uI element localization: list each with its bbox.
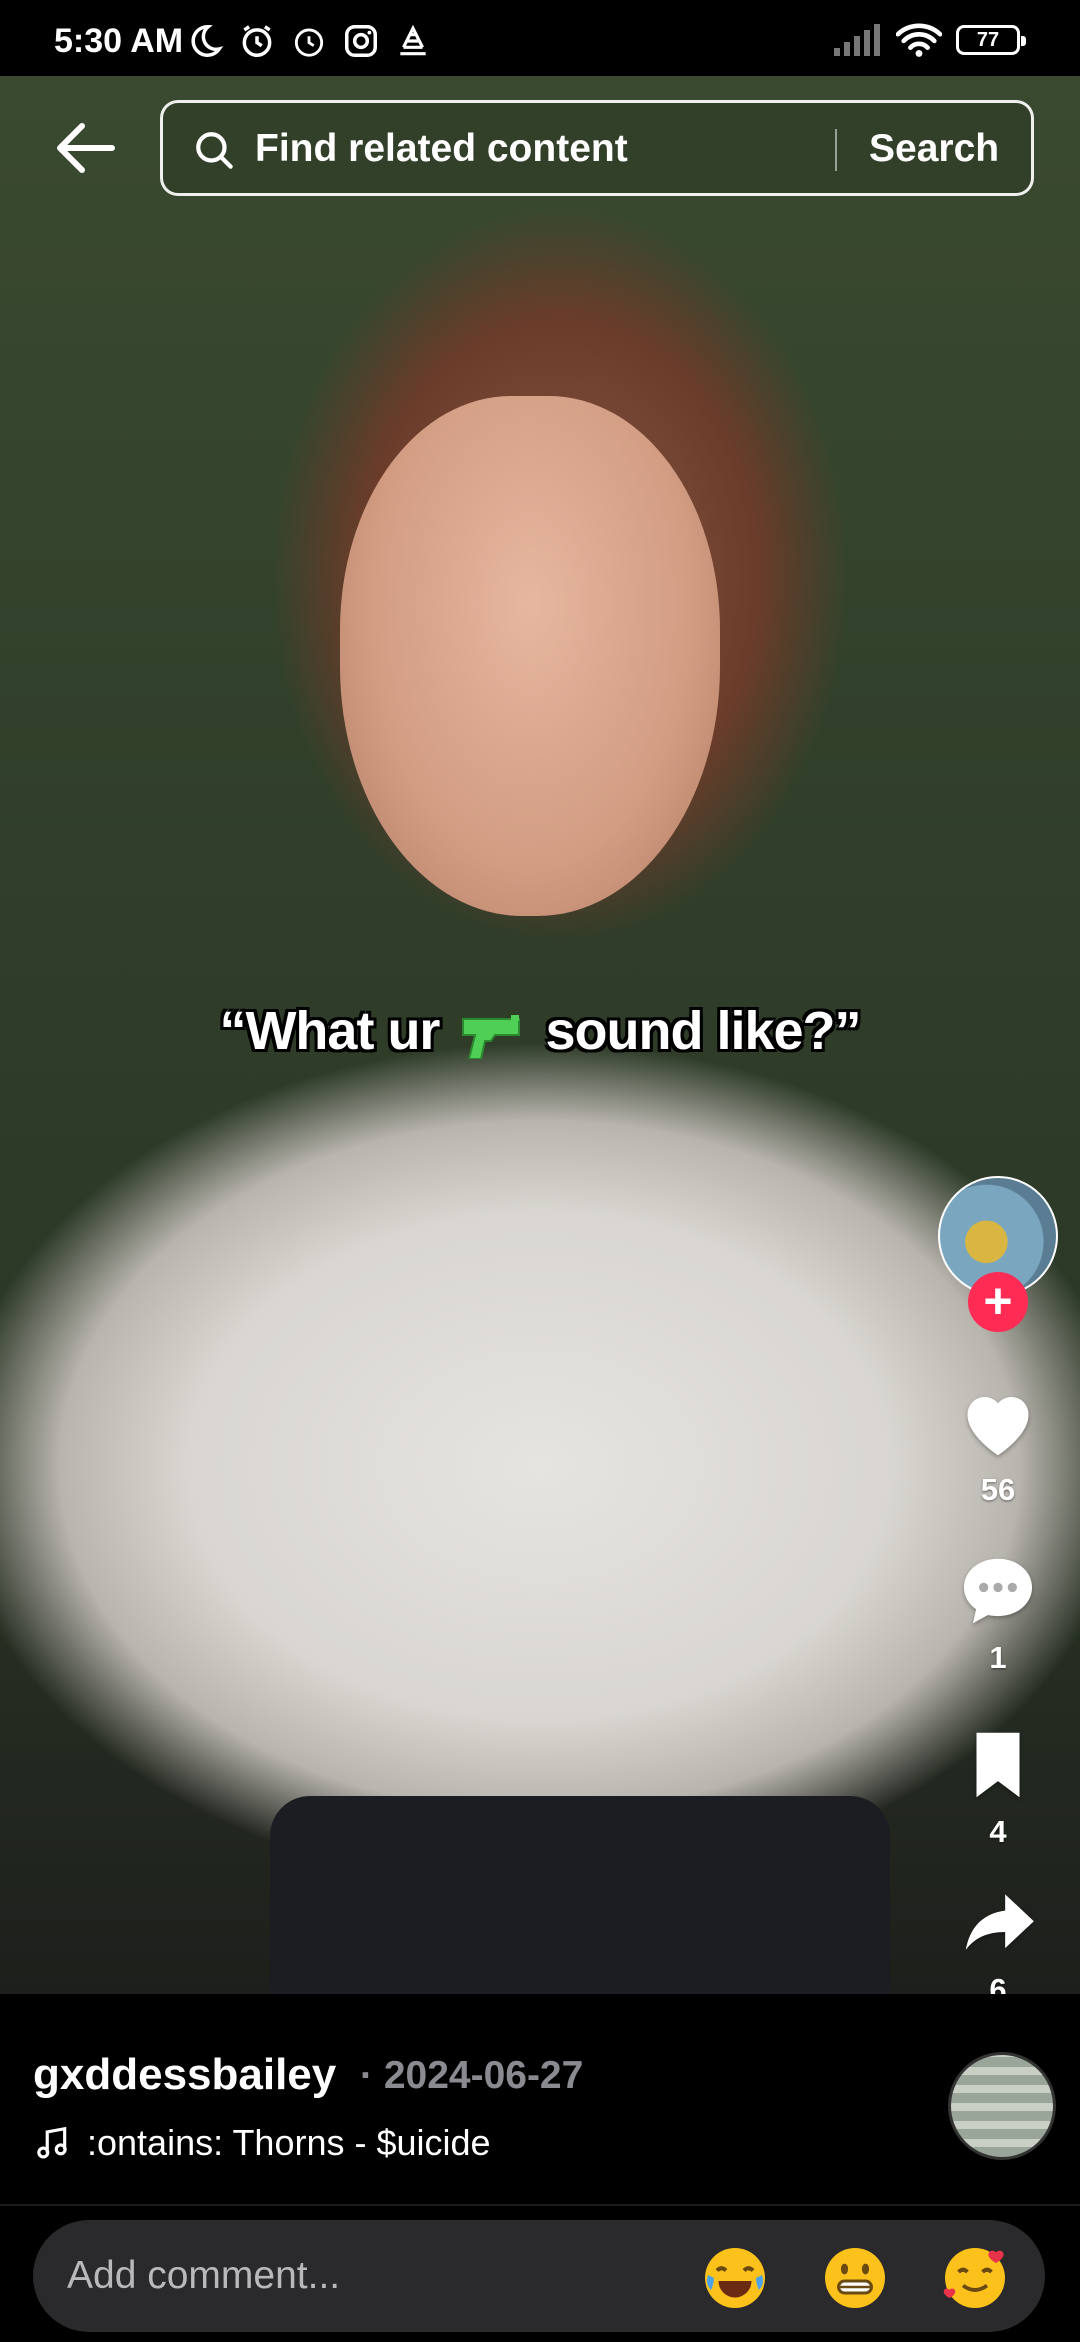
search-input[interactable]: Find related content xyxy=(255,127,628,171)
battery-level: 77 xyxy=(976,28,1000,51)
alarm-clock-icon xyxy=(294,28,324,57)
joy-emoji-button[interactable] xyxy=(699,2242,771,2314)
video-subject xyxy=(340,396,720,916)
grin-emoji-icon xyxy=(825,2248,885,2308)
share-button[interactable]: 6 xyxy=(938,1880,1058,2008)
status-icons-left xyxy=(186,22,432,60)
video-info: gxddessbailey · 2024-06-27 :ontains: Tho… xyxy=(0,1994,1080,2204)
caption-text-start: “What ur xyxy=(219,1001,440,1061)
post-date: · 2024-06-27 xyxy=(360,2054,584,2097)
bookmark-icon xyxy=(976,1732,1020,1798)
status-time: 5:30 AM xyxy=(54,22,184,60)
creator-username[interactable]: gxddessbailey xyxy=(33,2050,336,2100)
share-icon xyxy=(965,1894,1034,1950)
music-note-icon xyxy=(37,2126,67,2159)
comment-area: Add comment... xyxy=(0,2204,1080,2342)
music-title: :ontains: Thorns - $uicide xyxy=(87,2122,491,2163)
battery-icon: 77 xyxy=(956,25,1026,55)
save-count: 4 xyxy=(989,1814,1007,1849)
smiling-hearts-emoji-icon xyxy=(943,2248,1005,2308)
video-caption: “What ur sound like?” xyxy=(0,1000,1080,1062)
status-bar: 5:30 AM 77 xyxy=(0,0,1080,76)
moon-icon xyxy=(191,25,224,57)
status-icons-right: 77 xyxy=(832,22,1026,58)
arrow-left-icon xyxy=(57,123,115,173)
save-button[interactable]: 4 xyxy=(938,1722,1058,1850)
search-button[interactable]: Search xyxy=(869,127,999,171)
search-divider xyxy=(835,129,837,171)
caption-text-end: sound like?” xyxy=(545,1001,861,1061)
heart-icon xyxy=(967,1397,1029,1456)
search-bar[interactable]: Find related content Search xyxy=(160,100,1034,196)
music-row[interactable]: :ontains: Thorns - $uicide xyxy=(33,2122,491,2164)
music-disc[interactable] xyxy=(948,2052,1056,2160)
like-button[interactable]: 56 xyxy=(938,1380,1058,1508)
instagram-icon xyxy=(345,25,377,57)
smiling-hearts-emoji-button[interactable] xyxy=(939,2242,1011,2314)
like-count: 56 xyxy=(980,1472,1016,1507)
comment-count: 1 xyxy=(989,1640,1007,1675)
wifi-icon xyxy=(896,23,942,57)
video-subject-lower xyxy=(270,1796,890,1994)
comment-button[interactable]: 1 xyxy=(938,1548,1058,1676)
follow-button[interactable]: + xyxy=(968,1272,1028,1332)
search-icon xyxy=(196,132,233,169)
comment-placeholder: Add comment... xyxy=(67,2254,341,2297)
grin-emoji-button[interactable] xyxy=(819,2242,891,2314)
signal-icon xyxy=(834,24,880,56)
comment-icon xyxy=(963,1558,1033,1624)
voicemail-icon xyxy=(400,24,426,56)
joy-emoji-icon xyxy=(705,2248,765,2308)
comment-input[interactable]: Add comment... xyxy=(33,2220,1045,2332)
water-pistol-icon xyxy=(462,1014,521,1059)
alarm-icon xyxy=(242,25,272,57)
back-button[interactable] xyxy=(50,118,120,178)
